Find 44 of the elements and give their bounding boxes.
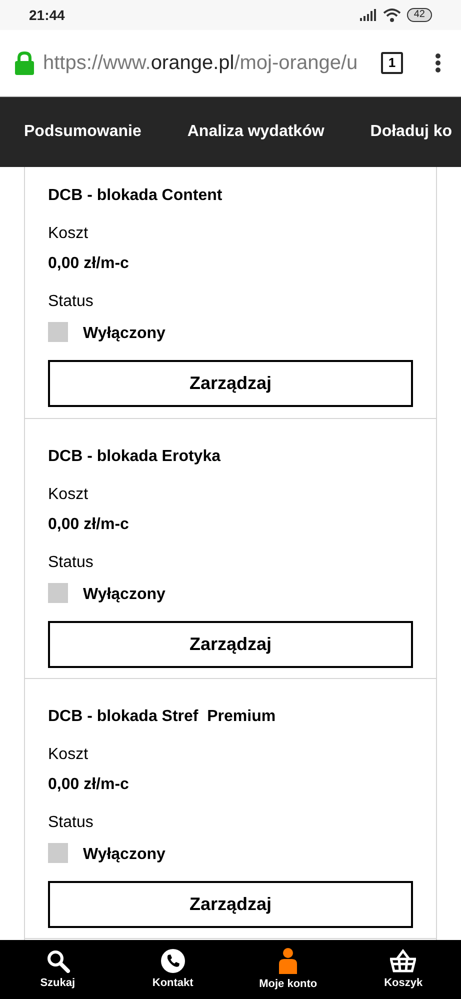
search-icon bbox=[46, 949, 70, 974]
manage-button[interactable]: Zarządzaj bbox=[48, 360, 413, 407]
bottom-nav-label: Moje konto bbox=[259, 977, 318, 992]
status-checkbox[interactable] bbox=[48, 843, 68, 863]
status-value: Wyłączony bbox=[83, 324, 166, 344]
nav-tab[interactable]: Analiza wydatków bbox=[187, 120, 324, 144]
manage-button[interactable]: Zarządzaj bbox=[48, 621, 413, 668]
status-label: Status bbox=[48, 292, 94, 312]
status-label: Status bbox=[48, 553, 94, 573]
bottom-nav-label: Szukaj bbox=[40, 976, 76, 992]
bottom-nav-label: Kontakt bbox=[152, 976, 194, 992]
person-icon bbox=[279, 948, 298, 974]
nav-tab[interactable]: Podsumowanie bbox=[24, 120, 142, 144]
status-time: 21:44 bbox=[29, 6, 65, 24]
wifi-icon bbox=[382, 8, 401, 22]
bottom-nav-item[interactable]: Kontakt bbox=[115, 940, 230, 999]
nav-tab[interactable]: Doładuj ko bbox=[370, 120, 452, 144]
status-checkbox[interactable] bbox=[48, 322, 68, 342]
cost-label: Koszt bbox=[48, 485, 90, 505]
bottom-nav-item[interactable]: Koszyk bbox=[346, 940, 461, 999]
manage-button[interactable]: Zarządzaj bbox=[48, 881, 413, 928]
tab-count-button[interactable]: 1 bbox=[381, 52, 403, 74]
cost-value: 0,00 zł/m-c bbox=[48, 775, 130, 795]
service-title: DCB - blokada Stref Premium bbox=[48, 707, 277, 727]
lock-icon bbox=[15, 51, 34, 75]
url-field[interactable]: https://www.orange.pl/moj-orange/u bbox=[43, 48, 381, 78]
status-label: Status bbox=[48, 813, 94, 833]
bottom-nav-item[interactable]: Moje konto bbox=[230, 940, 346, 999]
bottom-nav-item[interactable]: Szukaj bbox=[0, 940, 116, 999]
cost-value: 0,00 zł/m-c bbox=[48, 515, 130, 535]
basket-icon bbox=[390, 949, 416, 974]
cost-value: 0,00 zł/m-c bbox=[48, 254, 130, 274]
battery-indicator: 42 bbox=[406, 8, 432, 22]
phone-icon bbox=[160, 949, 185, 974]
signal-icon bbox=[360, 9, 377, 21]
status-value: Wyłączony bbox=[83, 845, 166, 865]
service-title: DCB - blokada Erotyka bbox=[48, 447, 222, 467]
status-checkbox[interactable] bbox=[48, 583, 68, 603]
bottom-nav-label: Koszyk bbox=[384, 976, 423, 992]
cost-label: Koszt bbox=[48, 224, 90, 244]
service-title: DCB - blokada Content bbox=[48, 186, 224, 206]
more-icon[interactable] bbox=[435, 53, 441, 73]
cost-label: Koszt bbox=[48, 745, 90, 765]
status-value: Wyłączony bbox=[83, 585, 166, 605]
